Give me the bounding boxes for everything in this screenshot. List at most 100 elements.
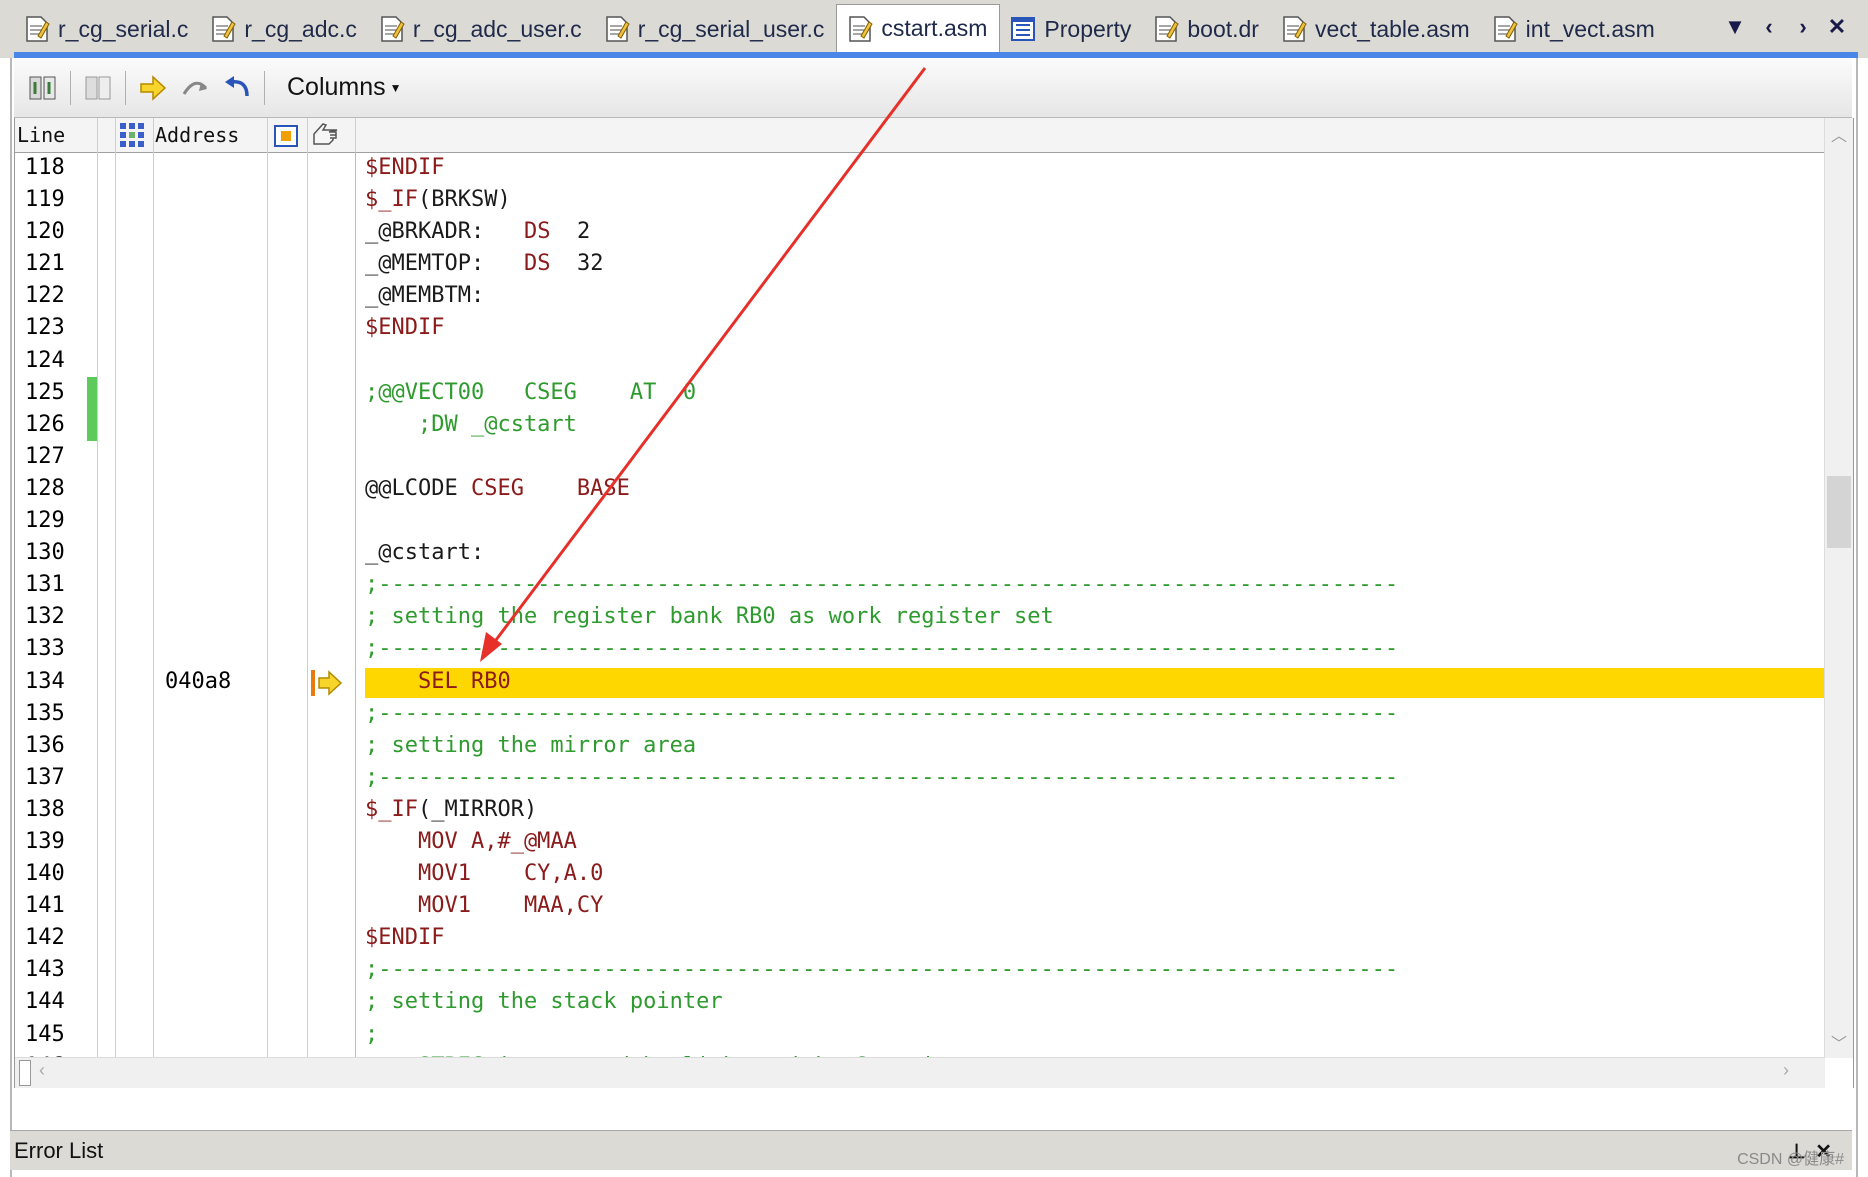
line-number: 124 — [25, 347, 65, 373]
code-text: $_IF(BRKSW) — [365, 184, 511, 216]
close-tab-icon[interactable]: ✕ — [1824, 12, 1850, 42]
tab-scroll-right-icon[interactable]: › — [1790, 12, 1816, 42]
grid-icon[interactable] — [119, 118, 149, 152]
code-line[interactable]: 143 ;------------------------------------… — [15, 954, 1825, 986]
code-line[interactable]: 140 MOV1 CY,A.0 — [15, 858, 1825, 890]
code-token: $ENDIF — [365, 315, 445, 341]
sync-source-button[interactable] — [22, 67, 64, 109]
address-header-label: Address — [155, 123, 240, 147]
pointer-hand-icon[interactable] — [311, 118, 345, 152]
code-token: (_MIRROR) — [417, 796, 538, 822]
code-line[interactable]: 145; — [15, 1019, 1825, 1051]
line-number: 125 — [25, 379, 65, 405]
code-line[interactable]: 136 ; setting the mirror area — [15, 730, 1825, 762]
code-text: ;---------------------------------------… — [365, 762, 1398, 794]
code-line[interactable]: 119 $_IF(BRKSW) — [15, 184, 1825, 216]
code-text: $ENDIF — [365, 922, 444, 954]
tab-property[interactable]: Property — [1000, 6, 1143, 52]
code-token: ;---------------------------------------… — [365, 572, 1399, 598]
code-text: ;---------------------------------------… — [365, 698, 1398, 730]
tab-vect-table-asm[interactable]: vect_table.asm — [1271, 6, 1482, 52]
editor-toolbar: Columns ▼ — [14, 58, 1852, 118]
line-column-header[interactable]: Line — [17, 118, 97, 152]
code-token: _@BRKADR: — [365, 219, 524, 245]
code-line[interactable]: 132 ; setting the register bank RB0 as wo… — [15, 601, 1825, 633]
undo-button[interactable] — [216, 67, 258, 109]
line-number: 136 — [25, 732, 65, 758]
code-token: (BRKSW) — [417, 187, 511, 213]
horizontal-scrollbar[interactable]: ‹ › — [15, 1057, 1825, 1088]
code-token: ; — [365, 1021, 379, 1047]
code-line[interactable]: 135 ;------------------------------------… — [15, 698, 1825, 730]
code-line[interactable]: 142 $ENDIF — [15, 922, 1825, 954]
address-column-header[interactable]: Address — [155, 118, 265, 152]
code-line[interactable]: 123 $ENDIF — [15, 312, 1825, 344]
sync-source-icon — [29, 76, 56, 99]
error-list-panel[interactable]: Error List ⊥ ✕ — [10, 1130, 1852, 1170]
disassembly-button[interactable] — [77, 67, 119, 109]
code-line[interactable]: 133 ;------------------------------------… — [15, 633, 1825, 665]
scroll-left-icon[interactable]: ‹ — [39, 1060, 45, 1081]
tab-label: int_vect.asm — [1525, 15, 1655, 42]
line-number: 144 — [25, 989, 65, 1015]
code-line[interactable]: 128 @@LCODE CSEG BASE — [15, 473, 1825, 505]
tab-scroll-left-icon[interactable]: ‹ — [1756, 12, 1782, 42]
code-token: MOV A,#_@MAA — [365, 828, 577, 854]
tab-r-cg-serial-user-c[interactable]: r_cg_serial_user.c — [594, 6, 837, 52]
code-line[interactable]: 120 _@BRKADR: DS 2 — [15, 216, 1825, 248]
tab-r-cg-serial-c[interactable]: r_cg_serial.c — [14, 6, 200, 52]
code-line[interactable]: 125 ;@@VECT00 CSEG AT 0 — [15, 376, 1825, 409]
code-line[interactable]: 124 — [15, 345, 1825, 377]
tab-cstart-asm[interactable]: cstart.asm — [836, 4, 1001, 52]
code-token: DS — [523, 251, 551, 277]
step-over-button[interactable] — [174, 67, 216, 109]
file-asm-icon — [1492, 14, 1518, 44]
code-line[interactable]: 137 ;------------------------------------… — [15, 762, 1825, 794]
vertical-scrollbar[interactable]: ︿ ﹀ — [1824, 118, 1853, 1058]
line-number: 143 — [25, 957, 65, 983]
columns-label: Columns — [287, 73, 386, 101]
code-line[interactable]: 118 $ENDIF — [15, 152, 1825, 184]
line-number: 133 — [25, 636, 65, 662]
code-line[interactable]: 141 MOV1 MAA,CY — [15, 890, 1825, 922]
tab-label: r_cg_adc.c — [244, 15, 357, 42]
go-to-pc-button[interactable] — [132, 67, 174, 109]
current-code-line[interactable]: 134 040a8 SEL RB0 — [15, 666, 1825, 698]
code-token: DS — [523, 219, 551, 245]
step-over-icon — [182, 81, 208, 95]
code-line[interactable]: 122 _@MEMBTM: — [15, 280, 1825, 312]
line-number: 141 — [25, 893, 65, 919]
columns-dropdown[interactable]: Columns ▼ — [287, 73, 402, 102]
tab-int-vect-asm[interactable]: int_vect.asm — [1482, 6, 1667, 52]
code-token: SEL RB0 — [365, 668, 511, 694]
line-number: 129 — [25, 508, 65, 534]
code-text: @@LCODE CSEG BASE — [365, 473, 630, 505]
code-line[interactable]: 130 _@cstart: — [15, 537, 1825, 569]
code-text: ; — [365, 1019, 378, 1051]
breakpoint-column-icon[interactable] — [273, 118, 303, 152]
tab-boot-dr[interactable]: boot.dr — [1143, 6, 1271, 52]
code-line[interactable]: 126 ;DW _@cstart — [15, 408, 1825, 441]
code-line[interactable]: 121 _@MEMTOP: DS 32 — [15, 248, 1825, 280]
vertical-scroll-thumb[interactable] — [1827, 476, 1851, 548]
horizontal-scroll-thumb[interactable] — [19, 1060, 31, 1086]
tab-label: vect_table.asm — [1314, 15, 1470, 42]
code-line[interactable]: 131 ;------------------------------------… — [15, 569, 1825, 601]
code-line[interactable]: 139 MOV A,#_@MAA — [15, 826, 1825, 858]
line-number: 131 — [25, 572, 65, 598]
code-token: $ENDIF — [365, 925, 445, 951]
source-editor[interactable]: Line Address 118 $ENDIF 119 $_IF(BRKSW) 120 _… — [14, 118, 1854, 1088]
code-line[interactable]: 144 ; setting the stack pointer — [15, 986, 1825, 1018]
scroll-right-icon[interactable]: › — [1783, 1060, 1789, 1081]
code-text: MOV1 CY,A.0 — [365, 858, 603, 890]
tab-list-dropdown-icon[interactable]: ▼ — [1722, 12, 1748, 42]
code-token: MOV1 MAA,CY — [365, 893, 604, 919]
code-line[interactable]: 129 — [15, 505, 1825, 537]
scroll-down-icon[interactable]: ﹀ — [1831, 1030, 1847, 1054]
code-line[interactable]: 127 — [15, 441, 1825, 473]
code-line[interactable]: 138 $_IF(_MIRROR) — [15, 794, 1825, 826]
tab-r-cg-adc-c[interactable]: r_cg_adc.c — [200, 6, 369, 52]
scroll-up-icon[interactable]: ︿ — [1831, 122, 1847, 146]
tab-r-cg-adc-user-c[interactable]: r_cg_adc_user.c — [369, 6, 594, 52]
tab-label: boot.dr — [1187, 15, 1259, 42]
